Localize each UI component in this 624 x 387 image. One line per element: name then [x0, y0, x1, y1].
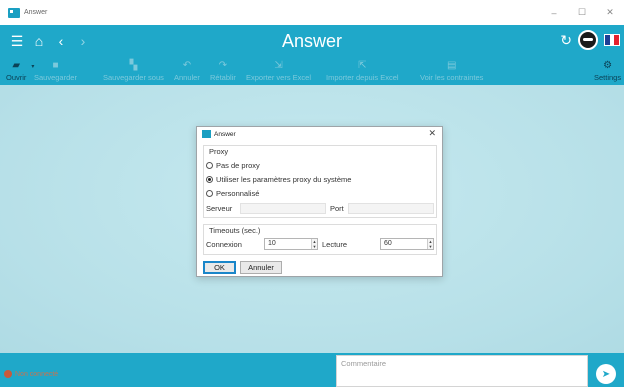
- refresh-icon[interactable]: ↻: [560, 32, 572, 49]
- import-excel-button[interactable]: ⇱ Importer depuis Excel: [326, 59, 399, 83]
- read-spin-arrows-icon[interactable]: ▲ ▼: [427, 239, 433, 249]
- radio-system-proxy-icon: [206, 176, 213, 183]
- radio-system-proxy[interactable]: Utiliser les paramètres proxy du système: [206, 175, 351, 184]
- redo-icon: ↷: [218, 59, 228, 71]
- connection-timeout-value: 10: [268, 240, 276, 247]
- undo-label: Annuler: [174, 73, 200, 82]
- back-icon[interactable]: ‹: [50, 30, 72, 52]
- comment-field-container: [336, 355, 588, 387]
- bottom-bar: Non connecté ➤: [0, 353, 624, 387]
- forward-icon[interactable]: ›: [72, 30, 94, 52]
- app-header: ☰ ⌂ ‹ › Answer ↻: [0, 25, 624, 57]
- read-timeout-spinbox[interactable]: 60 ▲ ▼: [380, 238, 434, 250]
- menu-icon[interactable]: ☰: [6, 30, 28, 52]
- export-excel-icon: ⇲: [274, 59, 283, 71]
- radio-custom-proxy-label: Personnalisé: [216, 189, 260, 198]
- undo-icon: ↶: [182, 59, 192, 71]
- send-button[interactable]: ➤: [596, 364, 616, 384]
- undo-button[interactable]: ↶ Annuler: [174, 59, 200, 83]
- proxy-group: Proxy Pas de proxy Utiliser les paramètr…: [203, 145, 437, 218]
- close-icon[interactable]: ✕: [596, 0, 624, 25]
- open-folder-icon: ▰: [12, 59, 21, 71]
- home-icon[interactable]: ⌂: [28, 30, 50, 52]
- flag-stripe-red: [614, 35, 620, 45]
- import-excel-label: Importer depuis Excel: [326, 73, 399, 82]
- radio-custom-proxy-icon: [206, 190, 213, 197]
- app-icon: [8, 7, 20, 18]
- settings-button[interactable]: ⚙ Settings: [594, 59, 622, 83]
- save-label: Sauvegarder: [34, 73, 77, 82]
- dialog-close-icon[interactable]: ✕: [428, 128, 436, 139]
- minimize-icon[interactable]: –: [540, 0, 568, 25]
- cancel-button[interactable]: Annuler: [240, 261, 282, 274]
- timeouts-group-label: Timeouts (sec.): [209, 226, 261, 235]
- import-excel-icon: ⇱: [358, 59, 367, 71]
- radio-no-proxy-icon: [206, 162, 213, 169]
- constraints-icon: ▤: [446, 59, 457, 71]
- timeouts-group: Timeouts (sec.) Connexion 10 ▲ ▼ Lecture …: [203, 224, 437, 255]
- redo-button[interactable]: ↷ Rétablir: [210, 59, 236, 83]
- connection-label: Connexion: [206, 240, 242, 249]
- ok-button[interactable]: OK: [203, 261, 236, 274]
- comment-input[interactable]: [341, 359, 583, 368]
- radio-no-proxy[interactable]: Pas de proxy: [206, 161, 260, 170]
- proxy-group-label: Proxy: [209, 147, 229, 156]
- radio-no-proxy-label: Pas de proxy: [216, 161, 260, 170]
- status-indicator-icon: [4, 370, 12, 378]
- redo-label: Rétablir: [210, 73, 236, 82]
- settings-icon: ⚙: [603, 59, 613, 71]
- proxy-settings-dialog: Answer ✕ Proxy Pas de proxy Utiliser les…: [196, 126, 443, 277]
- window-title: Answer: [24, 9, 48, 16]
- toolbar: ▰ Ouvrir ▾ ■ Sauvegarder ▚ Sauvegarder s…: [0, 57, 624, 85]
- send-icon: ➤: [601, 368, 611, 380]
- save-as-icon: ▚: [129, 59, 138, 71]
- export-excel-button[interactable]: ⇲ Exporter vers Excel: [246, 59, 312, 83]
- status-text: Non connecté: [15, 370, 59, 378]
- port-field[interactable]: [348, 203, 434, 214]
- connection-spin-arrows-icon[interactable]: ▲ ▼: [311, 239, 317, 249]
- export-excel-label: Exporter vers Excel: [246, 73, 312, 82]
- settings-label: Settings: [594, 73, 622, 82]
- open-button[interactable]: ▰ Ouvrir ▾: [6, 59, 34, 83]
- save-icon: ■: [52, 59, 59, 71]
- port-label: Port: [330, 204, 344, 213]
- window-titlebar: Answer – ☐ ✕: [0, 0, 624, 25]
- server-label: Serveur: [206, 204, 233, 213]
- save-as-label: Sauvegarder sous: [103, 73, 164, 82]
- connection-status: Non connecté: [4, 370, 58, 378]
- connection-timeout-spinbox[interactable]: 10 ▲ ▼: [264, 238, 318, 250]
- constraints-button[interactable]: ▤ Voir les contraintes: [420, 59, 484, 83]
- read-timeout-value: 60: [384, 240, 392, 247]
- radio-custom-proxy[interactable]: Personnalisé: [206, 189, 259, 198]
- radio-system-proxy-label: Utiliser les paramètres proxy du système: [216, 175, 352, 184]
- constraints-label: Voir les contraintes: [420, 73, 484, 82]
- save-as-button[interactable]: ▚ Sauvegarder sous: [103, 59, 164, 83]
- dialog-titlebar: Answer ✕: [197, 127, 442, 141]
- server-field[interactable]: [240, 203, 326, 214]
- dialog-title: Answer: [214, 130, 236, 138]
- read-label: Lecture: [322, 240, 348, 249]
- save-button[interactable]: ■ Sauvegarder: [34, 59, 77, 83]
- brand-logo[interactable]: [578, 30, 598, 50]
- dialog-app-icon: [202, 130, 211, 138]
- open-label: Ouvrir: [6, 73, 27, 82]
- flag-fr-icon[interactable]: [604, 34, 620, 46]
- maximize-icon[interactable]: ☐: [568, 0, 596, 25]
